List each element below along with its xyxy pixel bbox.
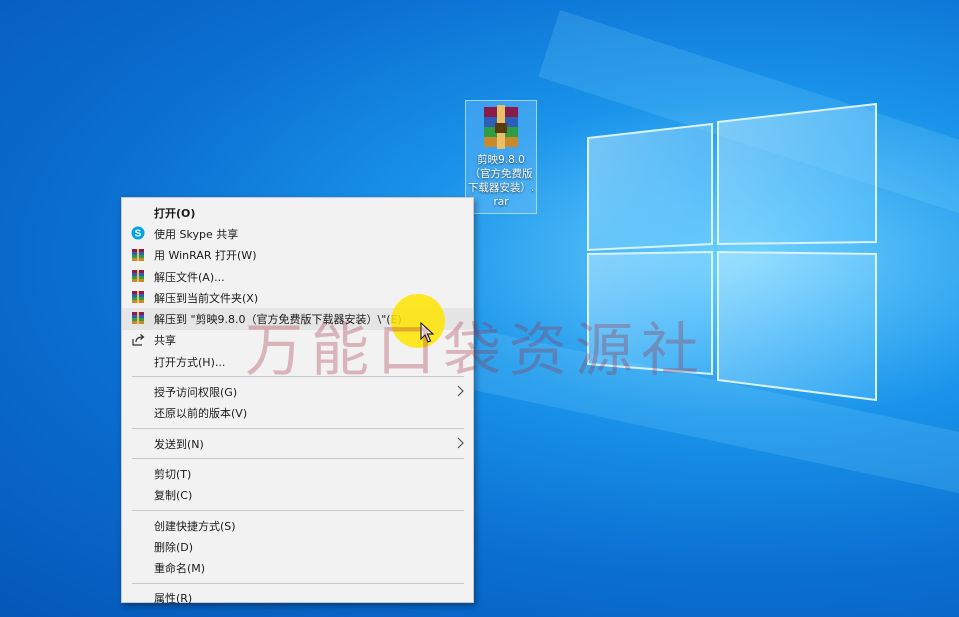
menu-separator [132,427,464,429]
menu-item-label: 解压文件(A)... [154,270,225,284]
winrar-icon [132,312,144,325]
share-icon [132,333,145,346]
menu-item-label: 创建快捷方式(S) [154,519,236,533]
winrar-icon [132,248,144,261]
menu-item-restore-versions[interactable]: 还原以前的版本(V) [122,403,473,424]
menu-item-send-to[interactable]: 发送到(N) [122,433,473,454]
menu-item-label: 属性(R) [154,592,193,606]
desktop-file-label: 剪映9.8.0（官方免费版下载器安装）.rar [467,154,535,208]
menu-item-label: 用 WinRAR 打开(W) [154,249,257,263]
menu-item-label: 剪切(T) [154,467,192,481]
menu-item-open[interactable]: 打开(O) [122,202,473,223]
menu-item-cut[interactable]: 剪切(T) [122,463,473,484]
menu-item-create-shortcut[interactable]: 创建快捷方式(S) [122,515,473,536]
menu-item-label: 解压到 "剪映9.8.0（官方免费版下载器安装）\"(E) [154,313,402,327]
winrar-icon [132,291,144,304]
chevron-right-icon [457,385,464,397]
skype-icon: S [131,226,145,240]
menu-item-label: 授予访问权限(G) [154,386,238,400]
mouse-pointer-icon [420,322,434,343]
menu-item-label: 复制(C) [154,489,193,503]
menu-item-label: 使用 Skype 共享 [154,227,239,241]
menu-item-rename[interactable]: 重命名(M) [122,557,473,578]
menu-separator [132,376,464,378]
desktop-file-icon[interactable]: 剪映9.8.0（官方免费版下载器安装）.rar [465,100,537,214]
menu-item-label: 删除(D) [154,540,194,554]
winrar-archive-icon [484,105,518,149]
menu-item-label: 重命名(M) [154,562,206,576]
menu-item-label: 打开方式(H)... [154,355,226,369]
menu-item-label: 发送到(N) [154,437,204,451]
menu-item-open-with-winrar[interactable]: 用 WinRAR 打开(W) [122,245,473,266]
menu-item-open-with[interactable]: 打开方式(H)... [122,351,473,372]
windows-logo-icon [584,102,884,402]
menu-separator [132,458,464,460]
menu-item-delete[interactable]: 删除(D) [122,536,473,557]
menu-item-label: 打开(O) [154,206,196,220]
menu-item-label: 还原以前的版本(V) [154,407,248,421]
svg-text:S: S [135,229,142,240]
menu-item-extract-files[interactable]: 解压文件(A)... [122,266,473,287]
cursor-highlight [391,294,445,348]
menu-item-copy[interactable]: 复制(C) [122,485,473,506]
winrar-icon [132,269,144,282]
menu-separator [132,509,464,511]
menu-item-give-access[interactable]: 授予访问权限(G) [122,381,473,402]
menu-item-properties[interactable]: 属性(R) [122,588,473,609]
menu-separator [132,582,464,584]
chevron-right-icon [457,437,464,449]
menu-item-label: 解压到当前文件夹(X) [154,291,259,305]
menu-item-skype-share[interactable]: S 使用 Skype 共享 [122,223,473,244]
menu-item-label: 共享 [154,334,176,348]
context-menu: 打开(O) S 使用 Skype 共享 用 WinRAR 打开(W) 解压文件(… [121,197,474,605]
